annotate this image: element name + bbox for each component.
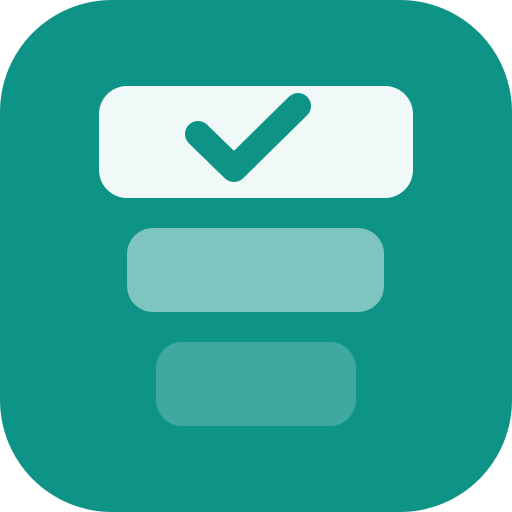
app-icon-tile	[0, 0, 512, 512]
checked-item-bar	[99, 86, 413, 198]
bottom-item-bar	[156, 342, 356, 426]
middle-item-bar	[127, 228, 384, 312]
